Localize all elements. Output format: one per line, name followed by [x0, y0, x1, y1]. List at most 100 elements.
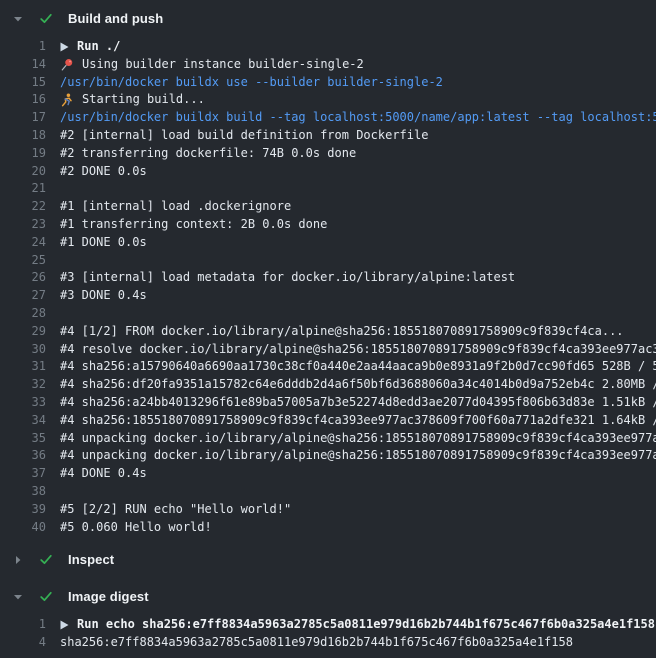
- log-line: 28: [0, 305, 656, 323]
- log-text: #4 unpacking docker.io/library/alpine@sh…: [60, 430, 656, 448]
- line-number[interactable]: 28: [0, 305, 46, 323]
- log-text: /usr/bin/docker buildx use --builder bui…: [60, 74, 443, 92]
- check-icon: [39, 553, 53, 567]
- log-text: #4 sha256:185518070891758909c9f839cf4ca3…: [60, 412, 656, 430]
- log-text-value: Starting build...: [82, 91, 205, 109]
- log-line: 1 Run echo sha256:e7ff8834a5963a2785c5a0…: [0, 616, 656, 634]
- log-section-inspect: Inspect: [0, 546, 656, 573]
- log-line: 29 #4 [1/2] FROM docker.io/library/alpin…: [0, 323, 656, 341]
- log-text-value: Using builder instance builder-single-2: [82, 56, 364, 74]
- log-text: Run ./: [60, 38, 120, 56]
- log-text: #2 transferring dockerfile: 74B 0.0s don…: [60, 145, 356, 163]
- log-text-value: #2 [internal] load build definition from…: [60, 127, 428, 145]
- line-number[interactable]: 15: [0, 74, 46, 92]
- line-number[interactable]: 33: [0, 394, 46, 412]
- log-text-value: #4 sha256:df20fa9351a15782c64e6dddb2d4a6…: [60, 376, 656, 394]
- section-header[interactable]: Build and push: [0, 5, 656, 32]
- line-number[interactable]: 39: [0, 501, 46, 519]
- line-number[interactable]: 22: [0, 198, 46, 216]
- play-icon[interactable]: [60, 620, 69, 630]
- line-number[interactable]: 20: [0, 163, 46, 181]
- log-text-value: /usr/bin/docker buildx build --tag local…: [60, 109, 656, 127]
- line-number[interactable]: 4: [0, 634, 46, 652]
- line-number[interactable]: 16: [0, 91, 46, 109]
- line-number[interactable]: 31: [0, 358, 46, 376]
- line-number[interactable]: 40: [0, 519, 46, 537]
- section-header[interactable]: Inspect: [0, 546, 656, 573]
- log-line: 39 #5 [2/2] RUN echo "Hello world!": [0, 501, 656, 519]
- log-text-value: #1 transferring context: 2B 0.0s done: [60, 216, 327, 234]
- section-body: 1 Run ./ 14 Using builder instance build…: [0, 38, 656, 536]
- workflow-log-viewer: Build and push 1 Run ./ 14 Using builder…: [0, 0, 656, 658]
- log-line: 27 #3 DONE 0.4s: [0, 287, 656, 305]
- log-line: 32 #4 sha256:df20fa9351a15782c64e6dddb2d…: [0, 376, 656, 394]
- line-number[interactable]: 1: [0, 616, 46, 634]
- log-text: #1 [internal] load .dockerignore: [60, 198, 291, 216]
- log-text-value: #2 DONE 0.0s: [60, 163, 147, 181]
- log-line: 16 Starting build...: [0, 91, 656, 109]
- line-number[interactable]: 30: [0, 341, 46, 359]
- line-number[interactable]: 24: [0, 234, 46, 252]
- line-number[interactable]: 25: [0, 252, 46, 270]
- section-header[interactable]: Image digest: [0, 583, 656, 610]
- log-text-value: #4 [1/2] FROM docker.io/library/alpine@s…: [60, 323, 624, 341]
- log-line: 20 #2 DONE 0.0s: [0, 163, 656, 181]
- log-text: #2 DONE 0.0s: [60, 163, 147, 181]
- log-line: 37 #4 DONE 0.4s: [0, 465, 656, 483]
- log-line: 19 #2 transferring dockerfile: 74B 0.0s …: [0, 145, 656, 163]
- line-number[interactable]: 36: [0, 447, 46, 465]
- log-line: 30 #4 resolve docker.io/library/alpine@s…: [0, 341, 656, 359]
- line-number[interactable]: 34: [0, 412, 46, 430]
- line-number[interactable]: 29: [0, 323, 46, 341]
- line-number[interactable]: 23: [0, 216, 46, 234]
- line-number[interactable]: 26: [0, 269, 46, 287]
- log-line: 14 Using builder instance builder-single…: [0, 56, 656, 74]
- check-icon: [39, 590, 53, 604]
- log-text: #1 DONE 0.0s: [60, 234, 147, 252]
- log-text: #2 [internal] load build definition from…: [60, 127, 428, 145]
- log-text-value: #4 unpacking docker.io/library/alpine@sh…: [60, 430, 656, 448]
- log-line: 25: [0, 252, 656, 270]
- log-text: #5 0.060 Hello world!: [60, 519, 212, 537]
- line-number[interactable]: 14: [0, 56, 46, 74]
- log-line: 23 #1 transferring context: 2B 0.0s done: [0, 216, 656, 234]
- log-text-value: #3 DONE 0.4s: [60, 287, 147, 305]
- section-title: Build and push: [68, 11, 163, 26]
- log-line: 17 /usr/bin/docker buildx build --tag lo…: [0, 109, 656, 127]
- log-text-value: #4 unpacking docker.io/library/alpine@sh…: [60, 447, 656, 465]
- log-text: #3 DONE 0.4s: [60, 287, 147, 305]
- line-number[interactable]: 1: [0, 38, 46, 56]
- log-text: Starting build...: [60, 91, 205, 109]
- section-title: Image digest: [68, 589, 149, 604]
- log-text-value: /usr/bin/docker buildx use --builder bui…: [60, 74, 443, 92]
- log-text-value: #1 DONE 0.0s: [60, 234, 147, 252]
- line-number[interactable]: 27: [0, 287, 46, 305]
- log-text-value: Run echo sha256:e7ff8834a5963a2785c5a081…: [77, 616, 655, 634]
- line-number[interactable]: 37: [0, 465, 46, 483]
- log-line: 35 #4 unpacking docker.io/library/alpine…: [0, 430, 656, 448]
- line-number[interactable]: 35: [0, 430, 46, 448]
- log-text: #4 resolve docker.io/library/alpine@sha2…: [60, 341, 656, 359]
- line-number[interactable]: 18: [0, 127, 46, 145]
- log-text-value: #4 sha256:a15790640a6690aa1730c38cf0a440…: [60, 358, 656, 376]
- log-text-value: #4 sha256:a24bb4013296f61e89ba57005a7b3e…: [60, 394, 656, 412]
- line-number[interactable]: 19: [0, 145, 46, 163]
- line-number[interactable]: 32: [0, 376, 46, 394]
- chevron-down-icon: [13, 592, 23, 602]
- log-line: 4 sha256:e7ff8834a5963a2785c5a0811e979d1…: [0, 634, 656, 652]
- log-text-value: #4 sha256:185518070891758909c9f839cf4ca3…: [60, 412, 656, 430]
- log-text: Using builder instance builder-single-2: [60, 56, 364, 74]
- line-number[interactable]: 38: [0, 483, 46, 501]
- section-body: 1 Run echo sha256:e7ff8834a5963a2785c5a0…: [0, 616, 656, 652]
- play-icon[interactable]: [60, 42, 69, 52]
- log-text: #4 [1/2] FROM docker.io/library/alpine@s…: [60, 323, 624, 341]
- line-number[interactable]: 21: [0, 180, 46, 198]
- log-text: #4 unpacking docker.io/library/alpine@sh…: [60, 447, 656, 465]
- log-text-value: #4 resolve docker.io/library/alpine@sha2…: [60, 341, 656, 359]
- log-text: Run echo sha256:e7ff8834a5963a2785c5a081…: [60, 616, 655, 634]
- line-number[interactable]: 17: [0, 109, 46, 127]
- log-text: #4 sha256:a15790640a6690aa1730c38cf0a440…: [60, 358, 656, 376]
- pin-icon: [60, 58, 75, 72]
- log-text: #5 [2/2] RUN echo "Hello world!": [60, 501, 291, 519]
- log-line: 24 #1 DONE 0.0s: [0, 234, 656, 252]
